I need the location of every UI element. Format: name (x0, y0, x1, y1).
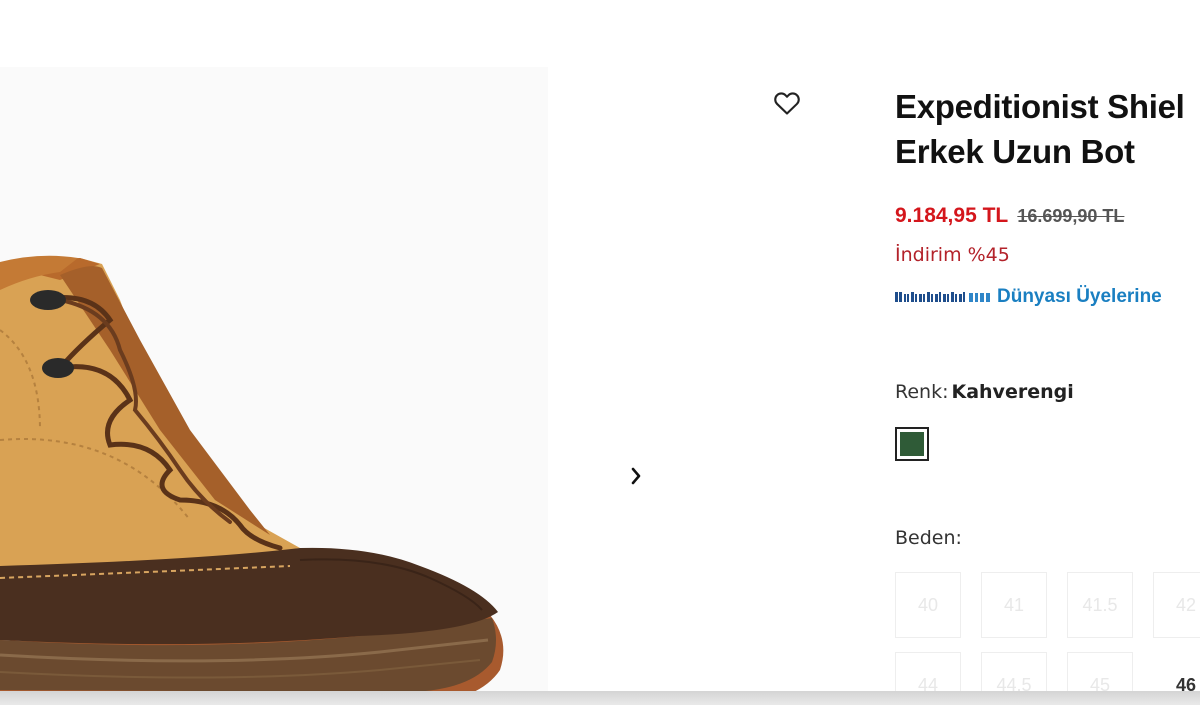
product-gallery[interactable] (0, 67, 548, 705)
price-row: 9.184,95 TL 16.699,90 TL (895, 204, 1124, 228)
color-swatch-fill (900, 432, 924, 456)
gallery-next-button[interactable] (622, 462, 650, 490)
horizontal-scrollbar[interactable] (0, 691, 1200, 705)
discount-text: İndirim %45 (895, 244, 1010, 266)
size-option[interactable]: 40 (895, 572, 961, 638)
size-option[interactable]: 41 (981, 572, 1047, 638)
size-option[interactable]: 42 (1153, 572, 1200, 638)
color-value: Kahverengi (951, 381, 1074, 403)
sale-price: 9.184,95 TL (895, 204, 1009, 227)
color-swatch[interactable] (895, 427, 929, 461)
chevron-right-icon (631, 467, 641, 485)
product-info: Expeditionist Shiel Erkek Uzun Bot 9.184… (895, 84, 1200, 705)
product-image (0, 255, 504, 705)
size-label: Beden: (895, 527, 962, 549)
club-logo (895, 292, 990, 302)
member-offer-text: Dünyası Üyelerine (997, 286, 1162, 307)
color-label-prefix: Renk: (895, 381, 949, 403)
product-page: Expeditionist Shiel Erkek Uzun Bot 9.184… (0, 0, 1200, 705)
product-title-line1: Expeditionist Shiel (895, 88, 1185, 125)
product-title: Expeditionist Shiel Erkek Uzun Bot (895, 84, 1200, 174)
member-offer-link[interactable]: Dünyası Üyelerine (895, 286, 1162, 308)
size-option[interactable]: 41.5 (1067, 572, 1133, 638)
original-price: 16.699,90 TL (1017, 206, 1125, 226)
product-title-line2: Erkek Uzun Bot (895, 133, 1135, 170)
favorite-button[interactable] (770, 87, 804, 119)
heart-outline-icon (774, 92, 800, 115)
color-label: Renk: Kahverengi (895, 381, 1074, 403)
